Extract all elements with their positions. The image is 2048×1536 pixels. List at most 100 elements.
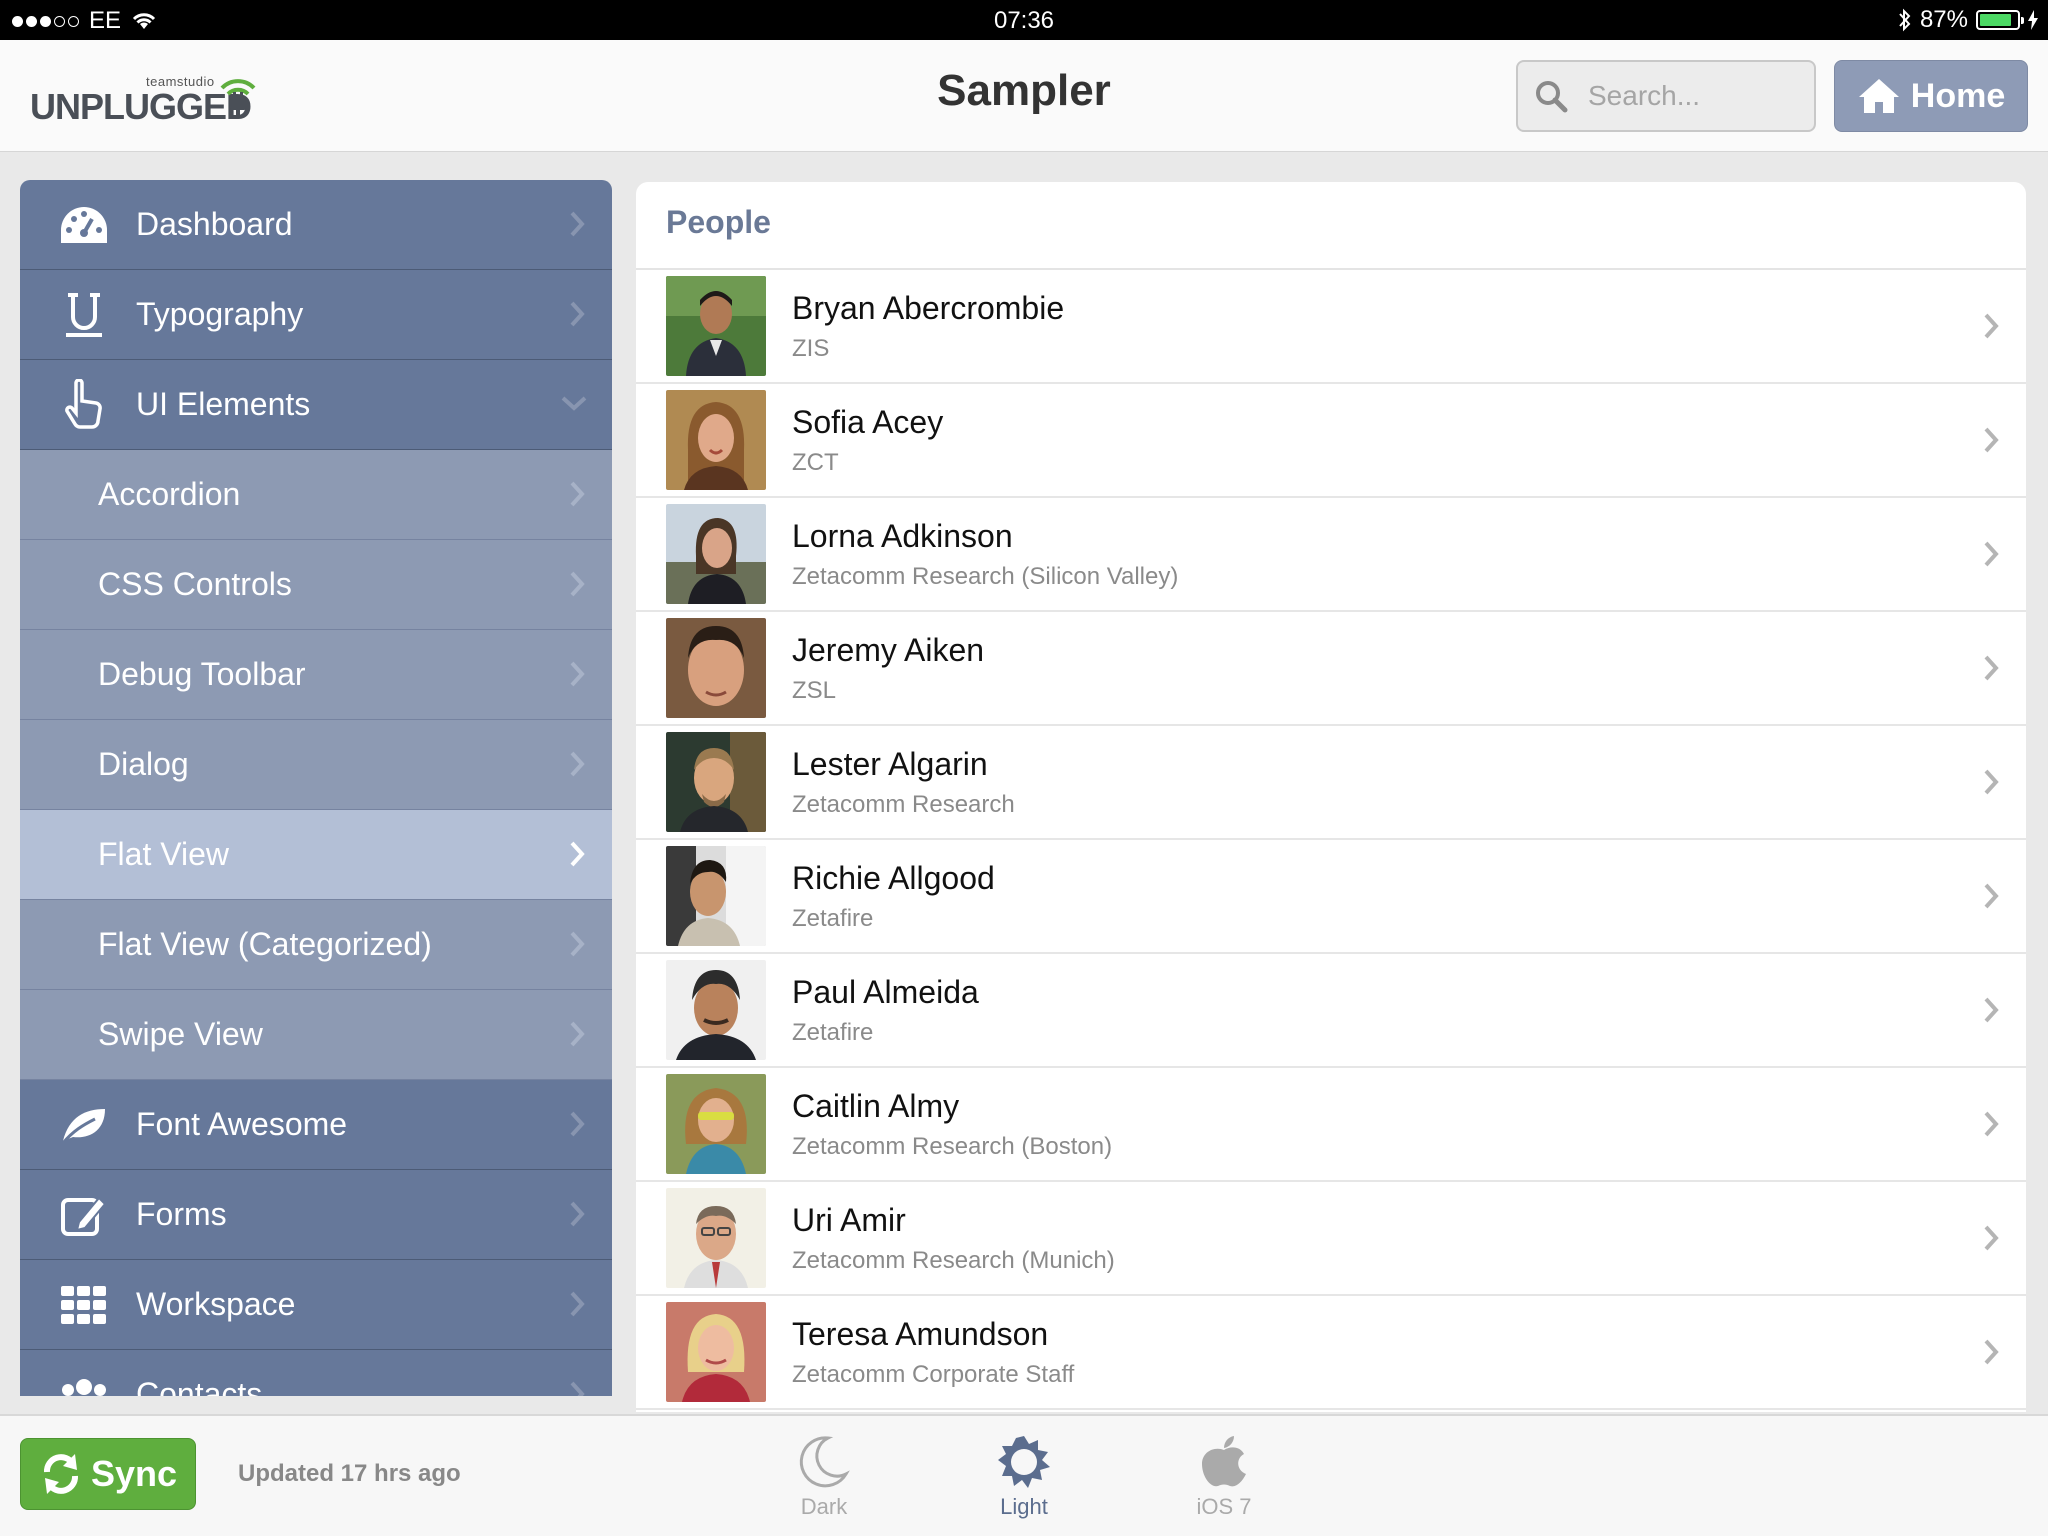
list-item[interactable]: Paul Almeida Zetafire: [636, 954, 2026, 1068]
theme-dark-button[interactable]: Dark: [764, 1434, 884, 1520]
sidebar-item-label: UI Elements: [136, 386, 311, 422]
person-org: Zetafire: [792, 904, 874, 932]
list-item[interactable]: Sofia Acey ZCT: [636, 384, 2026, 498]
person-org: Zetacomm Research (Munich): [792, 1246, 1115, 1274]
search-icon: [1536, 81, 1568, 113]
avatar: [666, 1302, 766, 1402]
person-org: Zetacomm Research (Silicon Valley): [792, 562, 1179, 590]
apple-icon: [1202, 1436, 1246, 1487]
person-name: Bryan Abercrombie: [792, 289, 1065, 326]
chevron-down-icon: [561, 396, 587, 411]
person-name: Sofia Acey: [792, 403, 944, 440]
theme-ios7-button[interactable]: iOS 7: [1164, 1434, 1284, 1520]
list-item[interactable]: Bryan Abercrombie ZIS: [636, 270, 2026, 384]
chevron-right-icon: [570, 211, 585, 237]
sidebar-item-label: Dialog: [98, 746, 189, 782]
sidebar-item-label: Contacts: [136, 1376, 263, 1396]
theme-light-button[interactable]: Light: [964, 1434, 1084, 1520]
sidebar-item-dialog[interactable]: Dialog: [20, 720, 612, 810]
home-button-label: Home: [1910, 76, 2006, 115]
sidebar-item-label: Debug Toolbar: [98, 656, 306, 692]
sidebar-item-flat-view-categorized[interactable]: Flat View (Categorized): [20, 900, 612, 990]
underline-icon: [66, 292, 102, 337]
sidebar-item-label: CSS Controls: [98, 566, 292, 602]
sidebar-item-forms[interactable]: Forms: [20, 1170, 612, 1260]
avatar: [666, 504, 766, 604]
list-item[interactable]: Jeremy Aiken ZSL: [636, 612, 2026, 726]
avatar: [666, 960, 766, 1060]
chevron-right-icon: [570, 1381, 585, 1396]
sync-button[interactable]: Sync: [20, 1438, 196, 1510]
list-item[interactable]: Lester Algarin Zetacomm Research: [636, 726, 2026, 840]
search-input[interactable]: [1588, 80, 1808, 112]
chevron-right-icon: [570, 481, 585, 507]
chevron-right-icon: [1984, 883, 1999, 909]
sidebar-item-typography[interactable]: Typography: [20, 270, 612, 360]
person-name: Jeremy Aiken: [792, 631, 985, 668]
chevron-right-icon: [570, 661, 585, 687]
theme-ios7-label: iOS 7: [1196, 1494, 1252, 1519]
chevron-right-icon: [570, 1201, 585, 1227]
chevron-right-icon: [1984, 541, 1999, 567]
avatar: [666, 390, 766, 490]
pointer-hand-icon: [65, 378, 102, 429]
sidebar-item-debug-toolbar[interactable]: Debug Toolbar: [20, 630, 612, 720]
sidebar-item-label: Font Awesome: [136, 1106, 348, 1142]
person-org: Zetafire: [792, 1018, 874, 1046]
chevron-right-icon: [570, 301, 585, 327]
list-item[interactable]: Richie Allgood Zetafire: [636, 840, 2026, 954]
home-button[interactable]: Home: [1834, 60, 2028, 132]
sidebar-item-label: Dashboard: [136, 206, 293, 242]
moon-icon: [799, 1436, 850, 1488]
list-item[interactable]: Uri Amir Zetacomm Research (Munich): [636, 1182, 2026, 1296]
chevron-right-icon: [570, 1111, 585, 1137]
avatar: [666, 1074, 766, 1174]
chevron-right-icon: [1984, 1111, 1999, 1137]
group-icon: [62, 1378, 106, 1396]
list-item[interactable]: Lorna Adkinson Zetacomm Research (Silico…: [636, 498, 2026, 612]
list-item[interactable]: Teresa Amundson Zetacomm Corporate Staff: [636, 1296, 2026, 1410]
sidebar-item-workspace[interactable]: Workspace: [20, 1260, 612, 1350]
sidebar-item-accordion[interactable]: Accordion: [20, 450, 612, 540]
leaf-icon: [61, 1108, 105, 1144]
sidebar-item-contacts[interactable]: Contacts: [20, 1350, 612, 1396]
sidebar-item-label: Typography: [136, 296, 304, 332]
status-bar: EE 07:36 87%: [0, 0, 2048, 40]
chevron-right-icon: [1984, 427, 1999, 453]
panel-title: People: [636, 182, 2026, 270]
chevron-right-icon: [570, 1021, 585, 1047]
sidebar-item-dashboard[interactable]: Dashboard: [20, 180, 612, 270]
chevron-right-icon: [570, 1291, 585, 1317]
people-panel: People Bryan Abercrombie ZIS Sofia Acey …: [636, 182, 2026, 1412]
person-name: Lorna Adkinson: [792, 517, 1013, 554]
chevron-right-icon: [1984, 1339, 1999, 1365]
sidebar-item-flat-view[interactable]: Flat View: [20, 810, 612, 900]
sidebar-item-font-awesome[interactable]: Font Awesome: [20, 1080, 612, 1170]
sidebar-item-ui-elements[interactable]: UI Elements: [20, 360, 612, 450]
person-org: Zetacomm Research: [792, 790, 1015, 818]
chevron-right-icon: [570, 931, 585, 957]
chevron-right-icon: [570, 841, 585, 867]
sidebar-item-swipe-view[interactable]: Swipe View: [20, 990, 612, 1080]
person-org: ZCT: [792, 448, 839, 476]
sidebar-item-label: Accordion: [98, 476, 241, 512]
sidebar-item-label: Flat View: [98, 836, 230, 872]
avatar: [666, 1188, 766, 1288]
sidebar-item-label: Swipe View: [98, 1016, 263, 1052]
chevron-right-icon: [1984, 769, 1999, 795]
app-header: teamstudio UNPLUGGED Sampler Home: [0, 40, 2048, 152]
footer-bar: Sync Updated 17 hrs ago Dark Light iOS 7: [0, 1414, 2048, 1536]
sidebar-item-label: Flat View (Categorized): [98, 926, 432, 962]
avatar: [666, 276, 766, 376]
chevron-right-icon: [570, 751, 585, 777]
search-box[interactable]: [1516, 60, 1816, 132]
battery-percent: 87%: [1919, 6, 1968, 33]
sun-icon: [998, 1436, 1050, 1488]
status-time: 07:36: [993, 7, 1055, 34]
avatar: [666, 618, 766, 718]
list-item[interactable]: Caitlin Almy Zetacomm Research (Boston): [636, 1068, 2026, 1182]
person-name: Lester Algarin: [792, 745, 988, 782]
sidebar-item-css-controls[interactable]: CSS Controls: [20, 540, 612, 630]
person-name: Caitlin Almy: [792, 1087, 960, 1124]
refresh-icon: [43, 1454, 78, 1494]
